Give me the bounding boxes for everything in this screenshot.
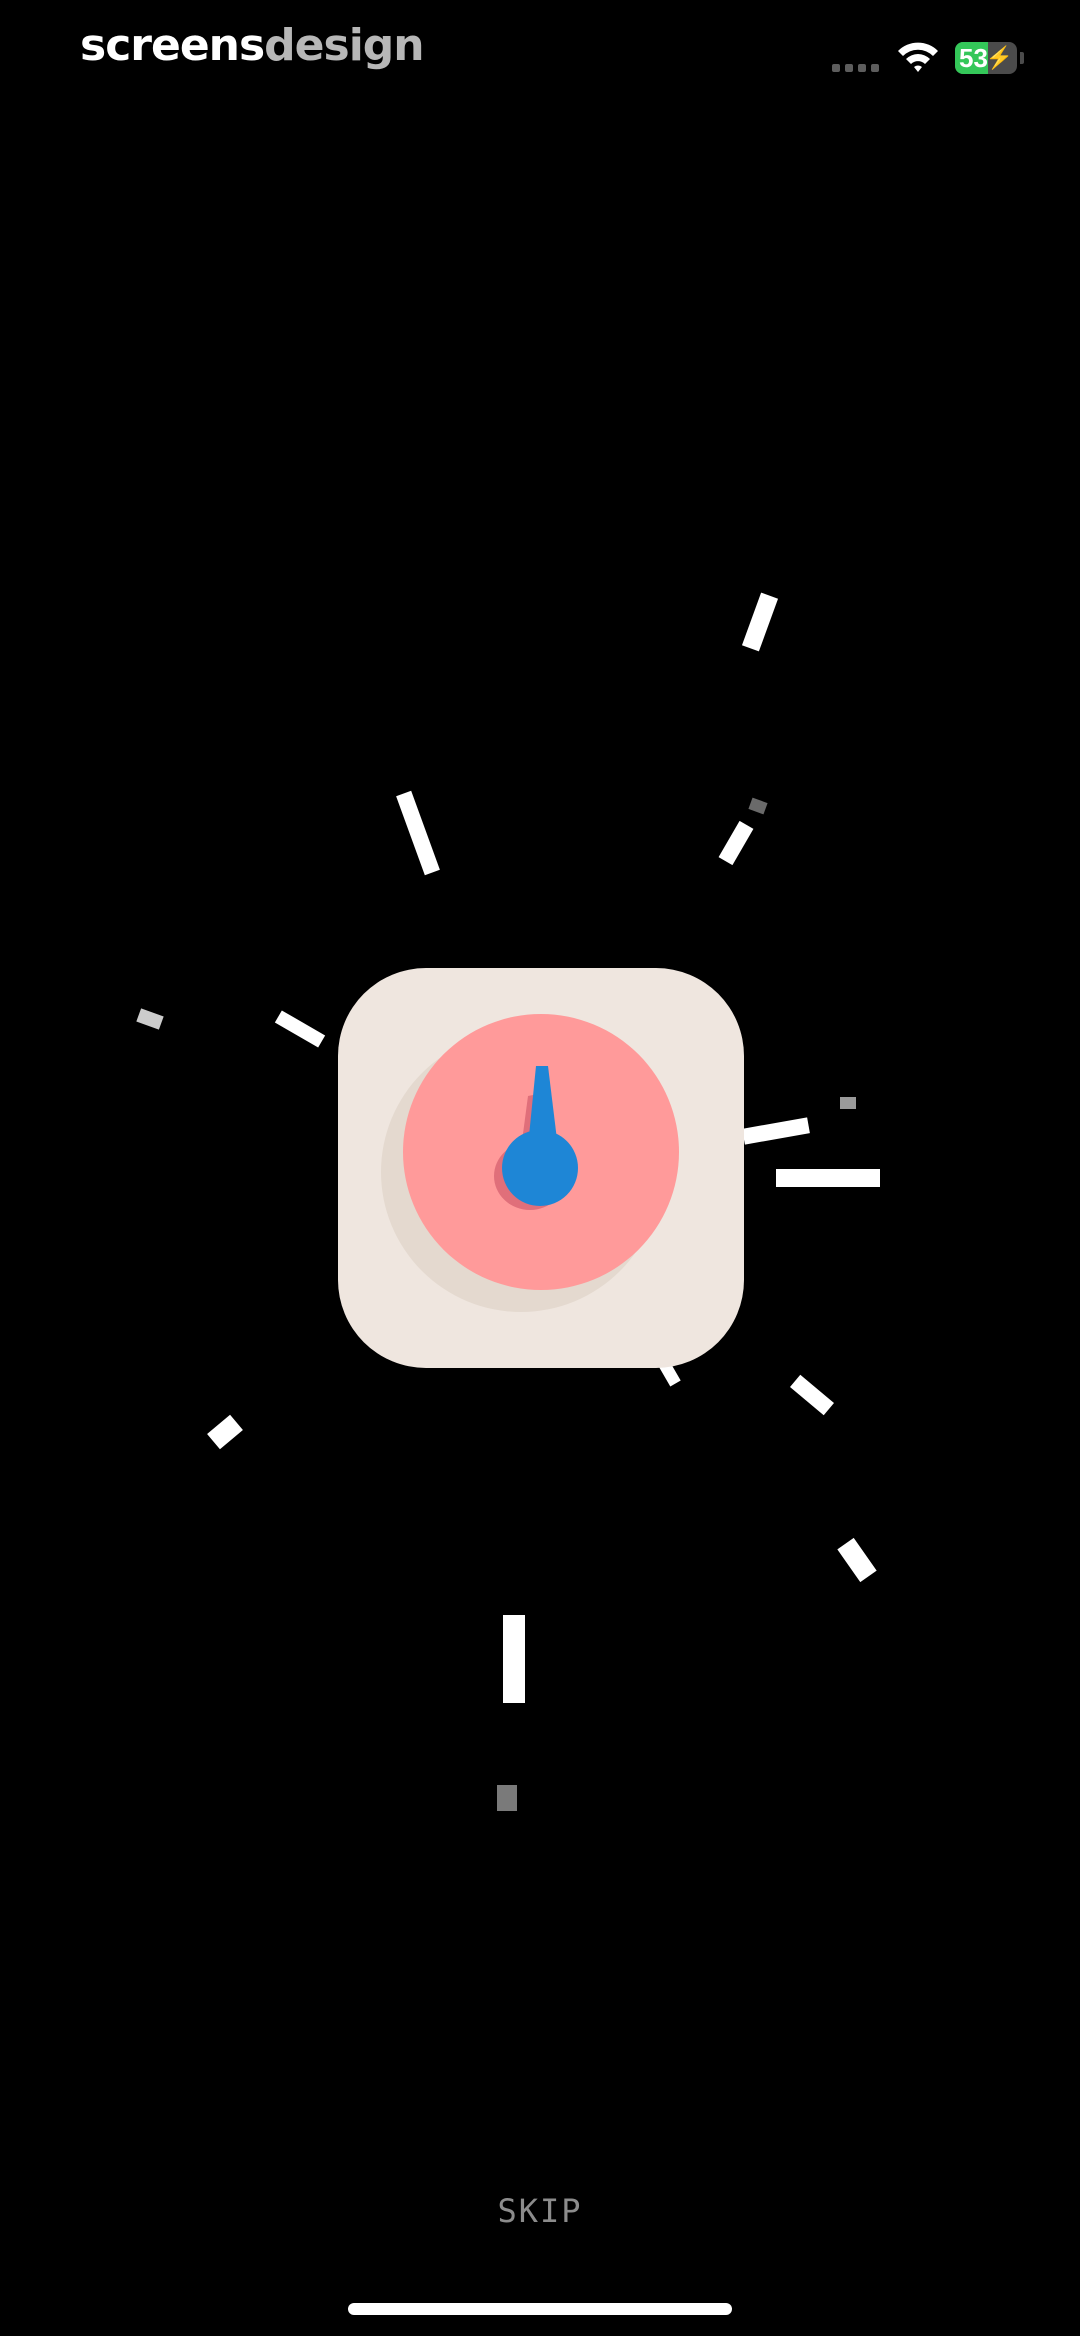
timer-app-icon [338,968,744,1368]
confetti-piece [741,592,779,652]
confetti-piece [207,1414,243,1450]
confetti-piece [274,1010,326,1048]
timer-dial-icon [381,1014,679,1312]
confetti-piece [136,1008,164,1030]
home-indicator[interactable] [348,2303,732,2315]
confetti-piece [748,797,768,815]
confetti-piece [503,1615,525,1703]
confetti-piece [837,1537,877,1583]
skip-button[interactable]: SKIP [440,2186,640,2236]
confetti-piece [790,1374,834,1416]
confetti-piece [396,790,440,876]
confetti-piece [840,1097,856,1109]
confetti-piece [718,820,754,866]
confetti-piece [742,1117,810,1145]
confetti-piece [776,1169,880,1187]
confetti-piece [497,1785,517,1811]
